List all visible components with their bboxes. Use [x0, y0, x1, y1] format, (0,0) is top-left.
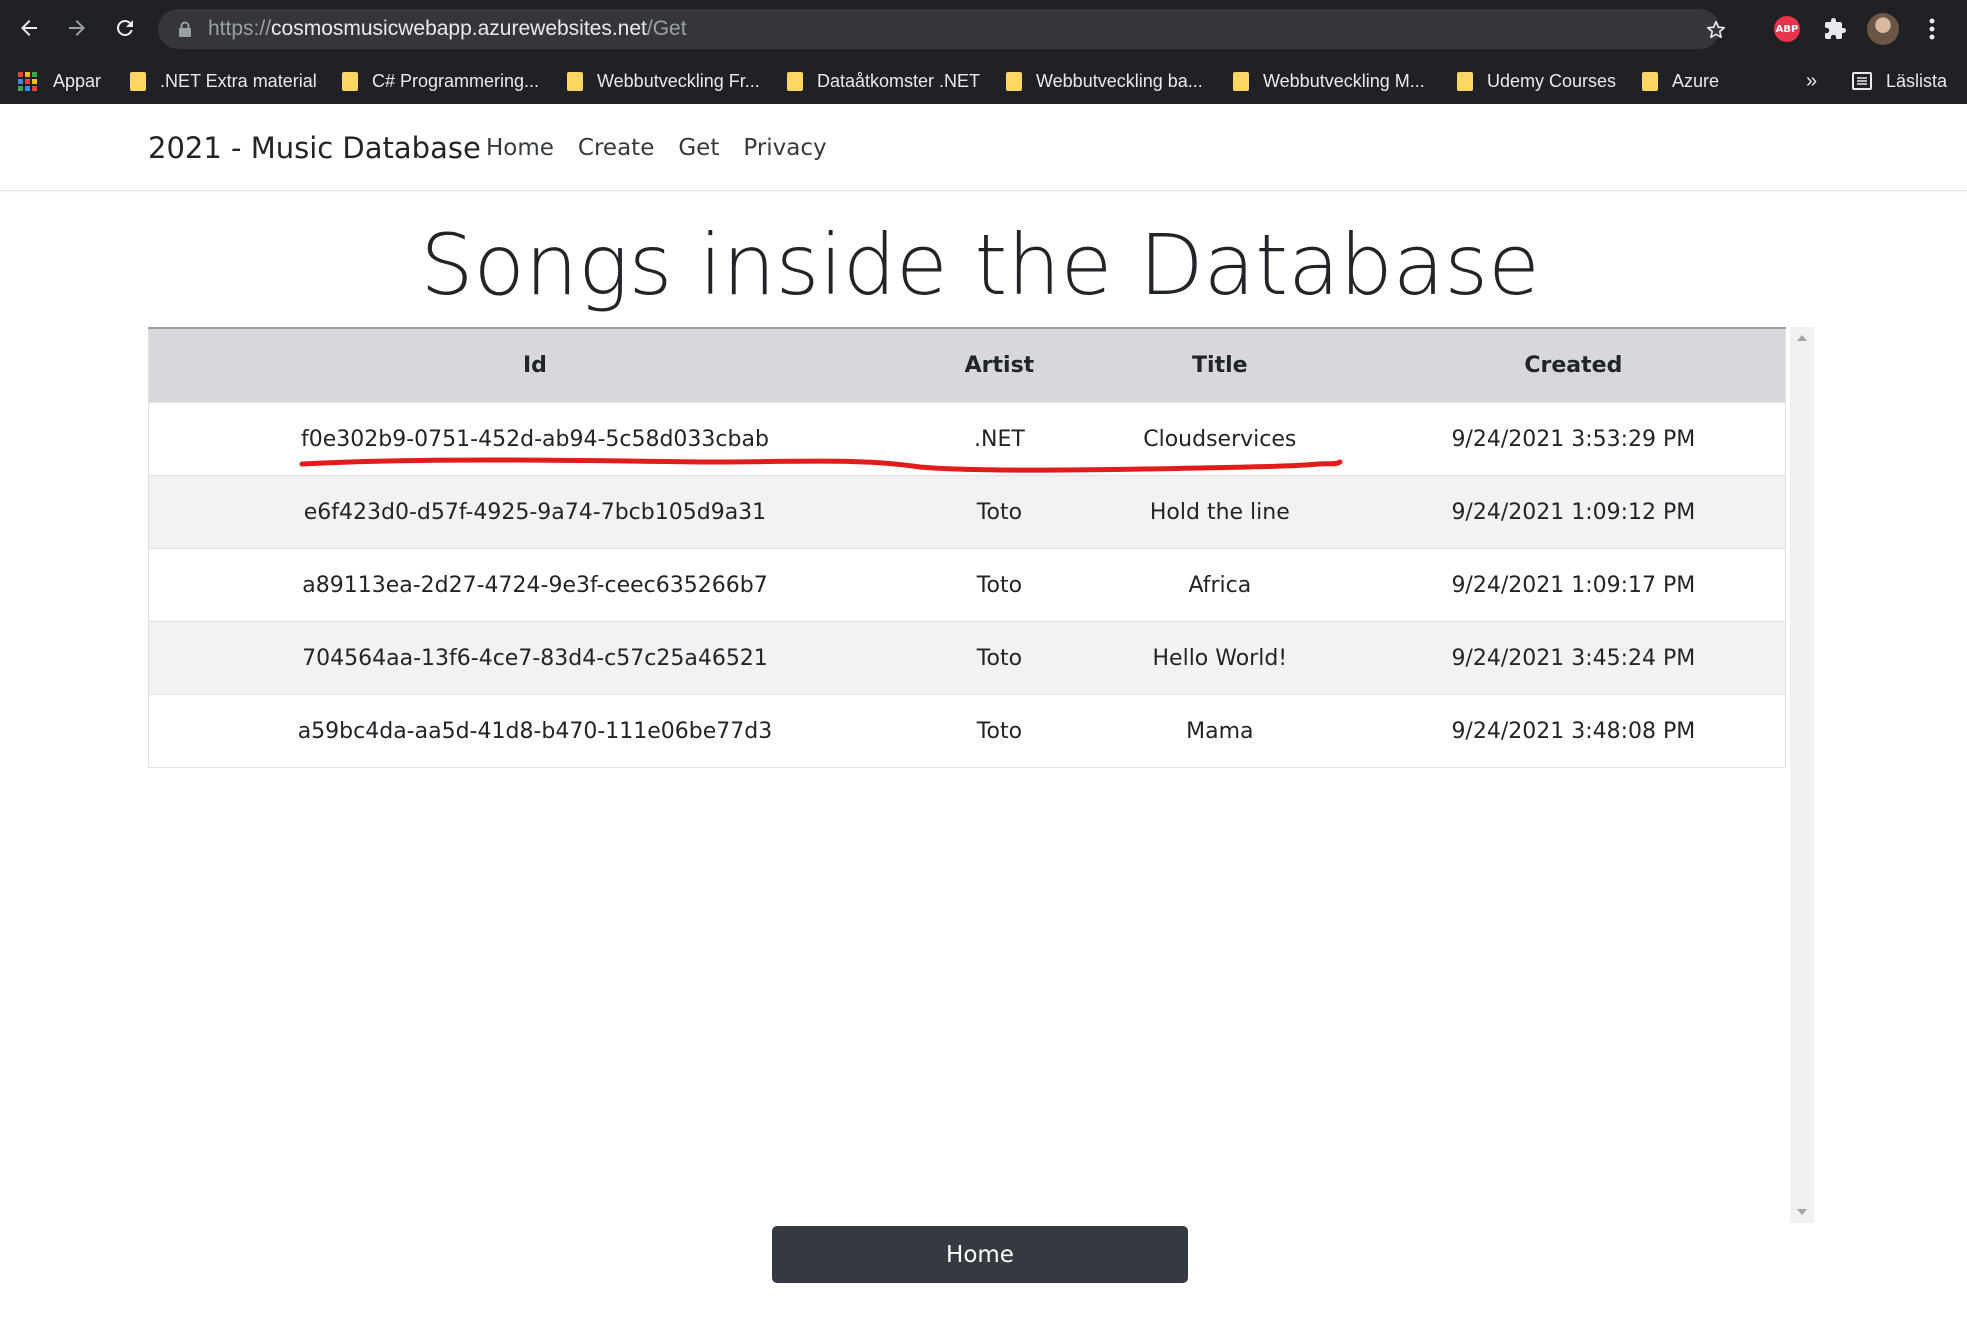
kebab-menu-icon[interactable]: [1917, 14, 1947, 44]
forward-arrow-icon[interactable]: [59, 10, 95, 46]
cell-id: f0e302b9-0751-452d-ab94-5c58d033cbab: [148, 402, 921, 476]
address-bar[interactable]: https://cosmosmusicwebapp.azurewebsites.…: [158, 9, 1726, 49]
songs-table: Id Artist Title Created f0e302b9-0751-45…: [148, 327, 1786, 768]
cell-title: Hello World!: [1077, 621, 1362, 695]
nav-links: Home Create Get Privacy: [486, 104, 851, 192]
cell-created: 9/24/2021 1:09:17 PM: [1361, 548, 1786, 622]
table-scrollbar[interactable]: [1790, 327, 1814, 1223]
reading-list-icon: [1852, 72, 1872, 90]
table-row: a89113ea-2d27-4724-9e3f-ceec635266b7 Tot…: [148, 548, 1786, 622]
cell-artist: Toto: [920, 694, 1078, 768]
nav-link-home[interactable]: Home: [486, 135, 554, 161]
cell-title: Mama: [1077, 694, 1362, 768]
column-header-created: Created: [1361, 327, 1786, 403]
bookmarks-bar: Appar .NET Extra material C# Programmeri…: [0, 58, 1967, 104]
browser-toolbar: https://cosmosmusicwebapp.azurewebsites.…: [0, 0, 1967, 58]
cell-id: 704564aa-13f6-4ce7-83d4-c57c25a46521: [148, 621, 921, 695]
site-navbar: 2021 - Music Database Home Create Get Pr…: [0, 104, 1967, 191]
bookmark-label: Appar: [53, 70, 102, 91]
column-header-artist: Artist: [920, 327, 1078, 403]
table-header: Id Artist Title Created: [148, 327, 1786, 403]
bookmark-label: .NET Extra material: [160, 70, 317, 91]
scroll-up-arrow-icon[interactable]: [1797, 335, 1807, 341]
column-header-id: Id: [148, 327, 921, 403]
bookmark-star-icon[interactable]: [1705, 19, 1727, 41]
bookmark-label: C# Programmering...: [372, 70, 540, 91]
table-row: a59bc4da-aa5d-41d8-b470-111e06be77d3 Tot…: [148, 694, 1786, 768]
home-button[interactable]: Home: [772, 1226, 1188, 1283]
reload-icon[interactable]: [107, 10, 143, 46]
profile-avatar[interactable]: [1867, 13, 1899, 45]
adblock-extension-icon[interactable]: ABP: [1774, 16, 1800, 42]
folder-icon: [1006, 71, 1022, 91]
cell-title: Cloudservices: [1077, 402, 1362, 476]
extensions-puzzle-icon[interactable]: [1820, 14, 1850, 44]
nav-link-get[interactable]: Get: [678, 135, 719, 161]
bookmark-label: Azure: [1672, 70, 1720, 91]
bookmark-folder[interactable]: Azure: [1642, 58, 1719, 104]
folder-icon: [1642, 71, 1658, 91]
bookmark-folder[interactable]: C# Programmering...: [342, 58, 539, 104]
reading-list-label: Läslista: [1886, 70, 1948, 91]
bookmark-label: Udemy Courses: [1487, 70, 1617, 91]
folder-icon: [1457, 71, 1473, 91]
bookmark-apps[interactable]: Appar: [18, 58, 101, 104]
cell-id: e6f423d0-d57f-4925-9a74-7bcb105d9a31: [148, 475, 921, 549]
songs-table-container: Id Artist Title Created f0e302b9-0751-45…: [148, 327, 1814, 1223]
cell-id: a59bc4da-aa5d-41d8-b470-111e06be77d3: [148, 694, 921, 768]
nav-link-create[interactable]: Create: [578, 135, 654, 161]
bookmark-label: Webbutveckling M...: [1263, 70, 1425, 91]
cell-artist: Toto: [920, 548, 1078, 622]
browser-chrome: https://cosmosmusicwebapp.azurewebsites.…: [0, 0, 1967, 104]
scroll-down-arrow-icon[interactable]: [1797, 1209, 1807, 1215]
cell-created: 9/24/2021 3:45:24 PM: [1361, 621, 1786, 695]
bookmarks-overflow-chevron-icon[interactable]: »: [1806, 58, 1817, 104]
site-brand[interactable]: 2021 - Music Database: [148, 104, 481, 192]
url-text[interactable]: https://cosmosmusicwebapp.azurewebsites.…: [208, 9, 687, 49]
cell-created: 9/24/2021 3:48:08 PM: [1361, 694, 1786, 768]
bookmark-folder[interactable]: Webbutveckling ba...: [1006, 58, 1203, 104]
column-header-title: Title: [1077, 327, 1362, 403]
cell-artist: Toto: [920, 475, 1078, 549]
bookmark-folder[interactable]: Dataåtkomster .NET: [787, 58, 980, 104]
folder-icon: [130, 71, 146, 91]
bookmark-folder[interactable]: .NET Extra material: [130, 58, 317, 104]
bookmark-label: Webbutveckling Fr...: [597, 70, 760, 91]
back-arrow-icon[interactable]: [11, 10, 47, 46]
table-row: e6f423d0-d57f-4925-9a74-7bcb105d9a31 Tot…: [148, 475, 1786, 549]
page-title: Songs inside the Database: [420, 216, 1540, 314]
table-row: f0e302b9-0751-452d-ab94-5c58d033cbab .NE…: [148, 402, 1786, 476]
table-header-row: Id Artist Title Created: [148, 327, 1786, 403]
folder-icon: [567, 71, 583, 91]
cell-title: Africa: [1077, 548, 1362, 622]
cell-created: 9/24/2021 3:53:29 PM: [1361, 402, 1786, 476]
bookmark-label: Dataåtkomster .NET: [817, 70, 981, 91]
cell-id: a89113ea-2d27-4724-9e3f-ceec635266b7: [148, 548, 921, 622]
apps-grid-icon: [18, 71, 37, 91]
cell-title: Hold the line: [1077, 475, 1362, 549]
bookmark-folder[interactable]: Webbutveckling Fr...: [567, 58, 760, 104]
cell-artist: .NET: [920, 402, 1078, 476]
folder-icon: [1233, 71, 1249, 91]
folder-icon: [342, 71, 358, 91]
folder-icon: [787, 71, 803, 91]
lock-icon: [179, 21, 191, 37]
reading-list[interactable]: Läslista: [1852, 58, 1947, 104]
bookmark-folder[interactable]: Udemy Courses: [1457, 58, 1616, 104]
table-body: f0e302b9-0751-452d-ab94-5c58d033cbab .NE…: [148, 402, 1786, 768]
cell-created: 9/24/2021 1:09:12 PM: [1361, 475, 1786, 549]
cell-artist: Toto: [920, 621, 1078, 695]
nav-link-privacy[interactable]: Privacy: [743, 135, 826, 161]
bookmark-label: Webbutveckling ba...: [1036, 70, 1203, 91]
bookmark-folder[interactable]: Webbutveckling M...: [1233, 58, 1425, 104]
table-row: 704564aa-13f6-4ce7-83d4-c57c25a46521 Tot…: [148, 621, 1786, 695]
